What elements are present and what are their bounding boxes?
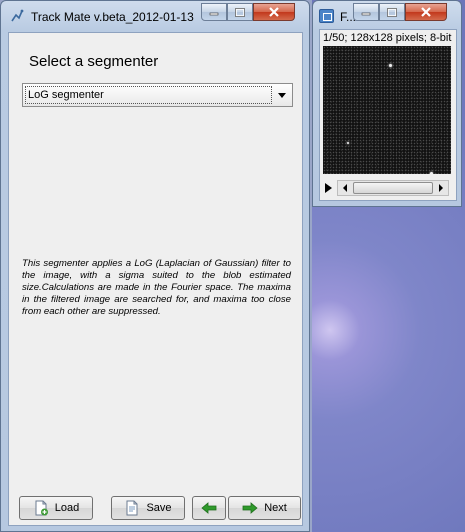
image-caption-buttons (353, 3, 447, 21)
image-noise (323, 46, 451, 174)
save-button-label: Save (146, 502, 172, 514)
app-icon (11, 9, 24, 22)
image-info-text: 1/50; 128x128 pixels; 8-bit (323, 32, 452, 44)
page-title: Select a segmenter (29, 53, 159, 70)
wizard-button-bar: Load Save Next (9, 496, 302, 520)
maximize-button[interactable] (227, 3, 253, 21)
image-close-button[interactable] (405, 3, 447, 21)
load-icon (35, 500, 48, 516)
image-canvas[interactable] (323, 46, 451, 174)
save-icon (126, 500, 138, 516)
close-icon (421, 7, 431, 17)
save-button[interactable]: Save (111, 496, 185, 520)
segmenter-select[interactable]: LoG segmenter (22, 83, 293, 107)
wizard-panel: Select a segmenter LoG segmenter This se… (8, 32, 303, 526)
maximize-icon (387, 7, 397, 17)
close-icon (269, 7, 279, 17)
image-spot (347, 142, 349, 144)
trackmate-window: Track Mate v.beta_2012-01-13 Select a se… (0, 0, 310, 532)
image-spot (430, 172, 433, 174)
image-title-bar[interactable]: F... (313, 1, 461, 31)
image-panel: 1/50; 128x128 pixels; 8-bit (319, 29, 457, 201)
load-button-label: Load (54, 502, 80, 514)
next-button[interactable]: Next (228, 496, 301, 520)
maximize-icon (235, 7, 245, 17)
close-button[interactable] (253, 3, 295, 21)
scrollbar-thumb[interactable] (353, 182, 433, 194)
arrow-right-small-icon (439, 184, 443, 192)
minimize-icon (209, 12, 219, 16)
next-button-label: Next (264, 502, 287, 514)
title-bar[interactable]: Track Mate v.beta_2012-01-13 (1, 1, 309, 31)
caption-buttons (201, 3, 295, 21)
minimize-icon (361, 12, 371, 16)
segmenter-select-value: LoG segmenter (25, 86, 272, 104)
load-button[interactable]: Load (19, 496, 93, 520)
back-button[interactable] (192, 496, 226, 520)
arrow-right-icon (242, 502, 258, 514)
scroll-left-button[interactable] (338, 181, 352, 195)
segmenter-description: This segmenter applies a LoG (Laplacian … (22, 258, 291, 317)
image-maximize-button[interactable] (379, 3, 405, 21)
play-icon[interactable] (325, 183, 332, 193)
frame-slider-row (323, 180, 451, 196)
dropdown-arrow-icon[interactable] (278, 93, 286, 98)
image-window: F... 1/50; 128x128 pixels; 8-bit (312, 0, 462, 207)
image-minimize-button[interactable] (353, 3, 379, 21)
frame-scrollbar[interactable] (337, 180, 449, 196)
arrow-left-icon (201, 502, 217, 514)
arrow-left-small-icon (343, 184, 347, 192)
image-app-icon (319, 9, 334, 23)
image-spot (389, 64, 392, 67)
window-title: Track Mate v.beta_2012-01-13 (31, 10, 194, 24)
scroll-right-button[interactable] (434, 181, 448, 195)
minimize-button[interactable] (201, 3, 227, 21)
